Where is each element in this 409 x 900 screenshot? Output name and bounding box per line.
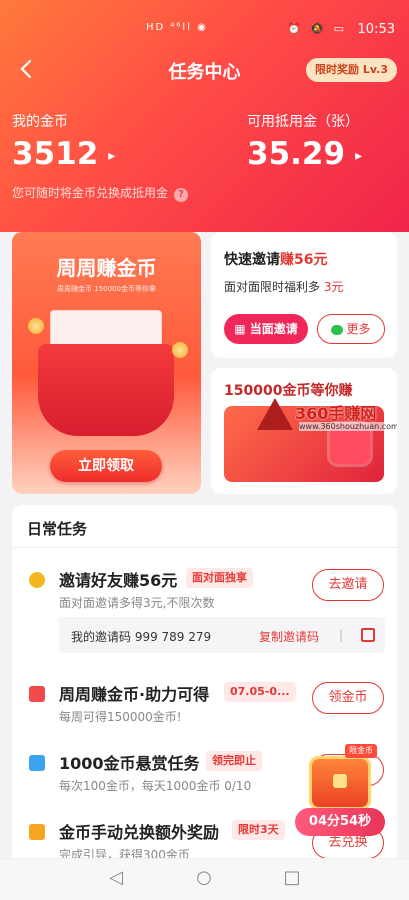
banner-title: 周周赚金币 — [56, 256, 157, 280]
more-button-label: 更多 — [346, 322, 371, 336]
qr-icon: ▦ — [234, 322, 250, 336]
my-coins[interactable]: 3512 ▸ — [12, 136, 115, 172]
watermark-url: www.360shouzhuan.com — [299, 422, 397, 431]
task-tag: 限时3天 — [232, 820, 285, 840]
task-desc: 每周可得150000金币! — [59, 710, 182, 724]
quick-invite-card: 快速邀请赚56元 面对面限时福利多 3元 ▦ 当面邀请 更多 — [211, 232, 397, 358]
face-button-label: 当面邀请 — [249, 322, 298, 336]
exchange-hint-text: 您可随时将金币兑换成抵用金 — [12, 186, 169, 200]
task-name: 邀请好友赚56元 — [59, 571, 178, 590]
task-tag: 07.05-0... — [224, 682, 296, 702]
daily-tasks-title: 日常任务 — [27, 520, 88, 538]
copy-code-link[interactable]: 复制邀请码 — [259, 628, 319, 645]
task-name: 1000金币悬赏任务 — [59, 754, 200, 773]
invite-code: 我的邀请码 999 789 279 — [71, 630, 212, 644]
red-envelope — [38, 344, 174, 436]
face-to-face-invite-button[interactable]: ▦ 当面邀请 — [224, 314, 308, 344]
my-coins-value: 3512 — [12, 136, 99, 172]
separator: | — [339, 628, 344, 642]
invite-task-button[interactable]: 去邀请 — [312, 569, 384, 601]
invite-title-prefix: 快速邀请 — [224, 252, 280, 268]
invite-desc-amount: 3元 — [323, 280, 344, 294]
nav-recent-icon[interactable]: □ — [282, 868, 302, 888]
invite-desc-text: 面对面限时福利多 — [224, 280, 321, 294]
status-bar: HD ⁴⁶ll ◉ ⏰ 🔕 ▭ 10:53 — [0, 0, 409, 58]
help-icon[interactable]: ? — [174, 188, 189, 202]
watermark: 360手赚网 www.360shouzhuan.com — [257, 396, 397, 456]
signal-icons: HD ⁴⁶ll ◉ — [146, 22, 208, 33]
coin-icon — [29, 572, 45, 588]
task-name: 周周赚金币·助力可得 — [59, 685, 210, 704]
status-icons: ⏰ 🔕 ▭ — [287, 22, 347, 35]
chevron-right-icon: ▸ — [108, 147, 116, 164]
watermark-logo-icon — [257, 398, 293, 430]
tv-icon — [29, 755, 45, 771]
daily-tasks-panel: 日常任务 邀请好友赚56元 面对面独享 面对面邀请多得3元,不限次数 去邀请 我… — [12, 505, 397, 900]
reward-chip: 限金币 — [345, 744, 377, 758]
watermark-brand: 360手赚网 — [295, 404, 377, 423]
voucher-value: 35.29 — [247, 136, 346, 172]
clock: 10:53 — [357, 22, 395, 37]
floating-reward-widget[interactable]: 限金币 04分54秒 — [295, 742, 385, 836]
task-name: 金币手动兑换额外奖励 — [59, 823, 220, 842]
task-tag: 面对面独享 — [186, 568, 253, 588]
qr-code-icon[interactable] — [361, 628, 375, 642]
exchange-hint: 您可随时将金币兑换成抵用金? — [12, 184, 189, 202]
weekly-coins-banner[interactable]: 周周赚金币 周周赚金币 150000金币等你拿 立即领取 — [12, 232, 201, 494]
nav-back-icon[interactable]: ◁ — [106, 868, 126, 888]
task-center-page: HD ⁴⁶ll ◉ ⏰ 🔕 ▭ 10:53 任务中心 限时奖励 Lv.3 我的金… — [0, 0, 409, 900]
invite-title: 快速邀请赚56元 — [224, 249, 327, 269]
limited-reward-badge[interactable]: 限时奖励 Lv.3 — [306, 58, 397, 82]
voucher-label: 可用抵用金（张） — [247, 114, 359, 130]
my-coins-label: 我的金币 — [12, 114, 68, 130]
treasure-chest-icon — [309, 756, 371, 810]
task-tag: 领完即止 — [206, 751, 262, 771]
header-background: HD ⁴⁶ll ◉ ⏰ 🔕 ▭ 10:53 任务中心 限时奖励 Lv.3 我的金… — [0, 0, 409, 232]
system-nav-bar: ◁ ○ □ — [0, 858, 409, 900]
wallet-icon — [29, 686, 45, 702]
wechat-icon — [331, 324, 344, 335]
banner-subtitle: 周周赚金币 150000金币等你拿 — [57, 285, 156, 293]
carousel-dots — [92, 486, 132, 494]
book-icon — [29, 824, 45, 840]
task-desc: 面对面邀请多得3元,不限次数 — [59, 596, 215, 610]
coin-icon — [172, 342, 188, 358]
voucher[interactable]: 35.29 ▸ — [247, 136, 362, 172]
countdown-timer: 04分54秒 — [295, 808, 385, 836]
claim-now-button[interactable]: 立即领取 — [50, 450, 162, 482]
more-share-button[interactable]: 更多 — [317, 314, 385, 344]
coins-reward-card[interactable]: 150000金币等你赚 360手赚网 www.360shouzhuan.com — [211, 368, 397, 494]
chevron-right-icon: ▸ — [355, 147, 363, 164]
task-desc: 每次100金币，每天1000金币 0/10 — [59, 779, 252, 793]
coin-icon — [28, 318, 44, 334]
divider — [12, 547, 397, 548]
claim-coins-button[interactable]: 领金币 — [312, 682, 384, 714]
invite-desc: 面对面限时福利多 3元 — [224, 278, 343, 295]
invite-title-highlight: 赚56元 — [280, 252, 328, 268]
nav-home-icon[interactable]: ○ — [194, 868, 214, 888]
invite-code-box: 我的邀请码 999 789 279 复制邀请码 | — [59, 617, 385, 653]
chest-lock-icon — [333, 774, 347, 788]
